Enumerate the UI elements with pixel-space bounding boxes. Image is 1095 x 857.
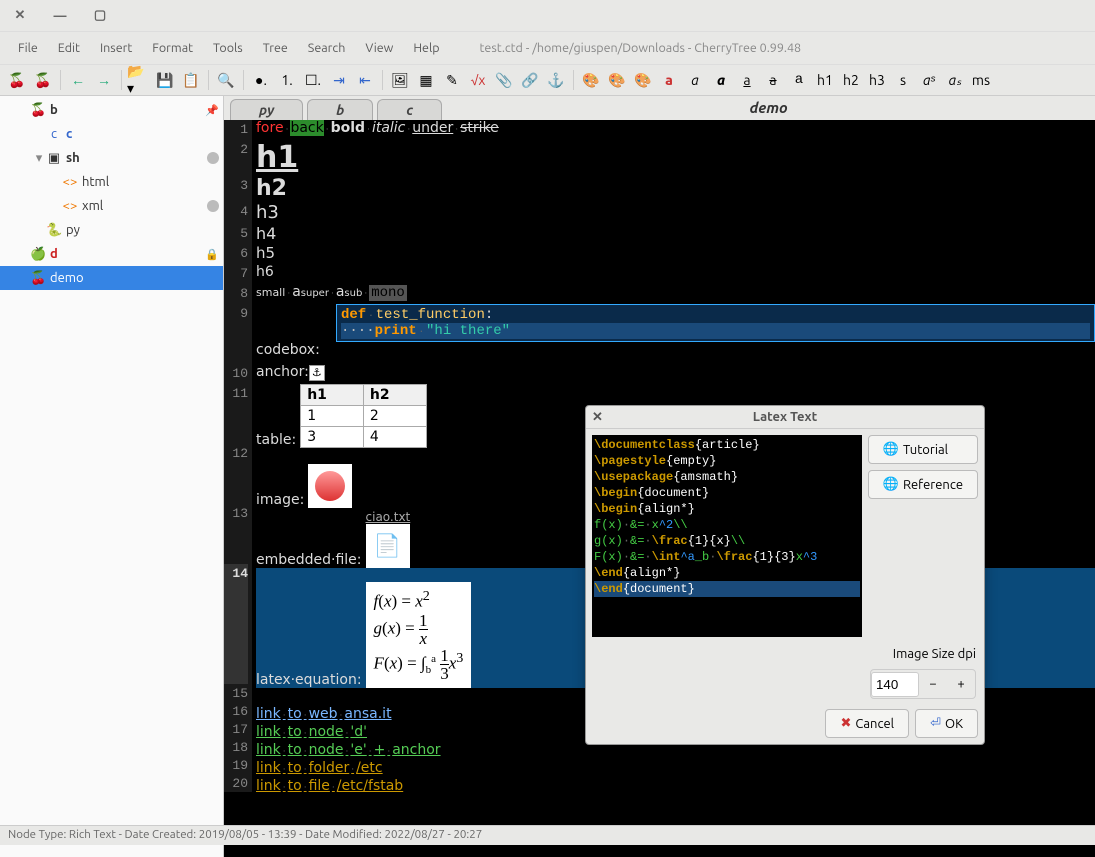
tab-py[interactable]: py <box>230 99 303 120</box>
tutorial-button[interactable]: 🌐 Tutorial <box>868 435 978 464</box>
sub-btn[interactable]: aₛ <box>943 68 967 92</box>
cherry-green-icon[interactable]: 🍒 <box>31 68 55 92</box>
menu-tree[interactable]: Tree <box>253 35 298 61</box>
nav-fwd-icon[interactable]: → <box>92 68 116 92</box>
window-titlebar: ✕ — ▢ <box>0 0 1095 32</box>
anchor-icon[interactable]: ⚓ <box>544 68 568 92</box>
ok-button[interactable]: ⏎ OK <box>915 709 978 738</box>
indent-icon[interactable]: ⇥ <box>327 68 351 92</box>
tab-c[interactable]: c <box>377 99 442 120</box>
dpi-plus[interactable]: + <box>947 670 975 698</box>
minimize-icon[interactable]: — <box>40 2 80 30</box>
mono-icon[interactable]: a <box>787 68 811 92</box>
latex-dialog: ✕ Latex Text \documentclass{article}\pag… <box>585 405 985 745</box>
tasklist-icon[interactable]: 📋 <box>179 68 203 92</box>
tree-item-b[interactable]: 🍒b📌 <box>0 98 223 122</box>
search-icon[interactable]: 🔍 <box>214 68 238 92</box>
clear-format-icon[interactable]: 🎨 <box>631 68 655 92</box>
fg-color-icon[interactable]: 🎨 <box>579 68 603 92</box>
window-title: test.ctd - /home/giuspen/Downloads - Che… <box>470 35 812 61</box>
strike-icon[interactable]: a <box>761 68 785 92</box>
sup-btn[interactable]: aˢ <box>917 68 941 92</box>
tree-sidebar[interactable]: 🍒b📌cc▾▣sh<>html<>xml🐍py🍏d🔒🍒demo <box>0 96 224 857</box>
tree-item-d[interactable]: 🍏d🔒 <box>0 242 223 266</box>
latex-textarea[interactable]: \documentclass{article}\pagestyle{empty}… <box>592 435 862 637</box>
insert-latex-icon[interactable]: √x <box>466 68 490 92</box>
dpi-input[interactable] <box>871 672 919 697</box>
tree-item-py[interactable]: 🐍py <box>0 218 223 242</box>
menu-insert[interactable]: Insert <box>90 35 142 61</box>
small-btn[interactable]: s <box>891 68 915 92</box>
status-bar: Node Type: Rich Text - Date Created: 201… <box>0 825 1095 845</box>
outdent-icon[interactable]: ⇤ <box>353 68 377 92</box>
bold-icon[interactable]: a <box>657 68 681 92</box>
link[interactable]: link·to·web·ansa.it <box>256 706 392 722</box>
numlist-icon[interactable]: 1. <box>275 68 299 92</box>
menu-file[interactable]: File <box>8 35 48 61</box>
open-icon[interactable]: 📂▾ <box>127 68 151 92</box>
menu-format[interactable]: Format <box>142 35 203 61</box>
toolbar: 🍒 🍒 ← → 📂▾ 💾 📋 🔍 ●. 1. ☐. ⇥ ⇤ 🖼 ▦ ✎ √x 📎… <box>0 64 1095 96</box>
tab-b[interactable]: b <box>307 99 373 120</box>
h3-btn[interactable]: h3 <box>865 68 889 92</box>
link[interactable]: link·to·node·'e'·+·anchor <box>256 742 441 758</box>
ms-btn[interactable]: ms <box>969 68 993 92</box>
menu-help[interactable]: Help <box>403 35 449 61</box>
link[interactable]: link·to·folder·/etc <box>256 760 383 776</box>
insert-table-icon[interactable]: ▦ <box>414 68 438 92</box>
h2-btn[interactable]: h2 <box>839 68 863 92</box>
node-title: demo <box>442 96 1095 120</box>
dialog-close-icon[interactable]: ✕ <box>592 410 603 425</box>
dialog-title: ✕ Latex Text <box>586 406 984 429</box>
insert-image-icon[interactable]: 🖼 <box>388 68 412 92</box>
h1-btn[interactable]: h1 <box>813 68 837 92</box>
strike2-icon[interactable]: a <box>709 68 733 92</box>
cherry-red-icon[interactable]: 🍒 <box>5 68 29 92</box>
link[interactable]: link·to·node·'d' <box>256 724 367 740</box>
bg-color-icon[interactable]: 🎨 <box>605 68 629 92</box>
tree-item-demo[interactable]: 🍒demo <box>0 266 223 290</box>
dpi-label: Image Size dpi <box>893 647 976 661</box>
tree-item-sh[interactable]: ▾▣sh <box>0 146 223 170</box>
close-icon[interactable]: ✕ <box>0 2 40 30</box>
underline-icon[interactable]: a <box>735 68 759 92</box>
maximize-icon[interactable]: ▢ <box>80 2 120 30</box>
link-icon[interactable]: 🔗 <box>518 68 542 92</box>
menu-search[interactable]: Search <box>298 35 356 61</box>
dpi-minus[interactable]: − <box>919 670 947 698</box>
link[interactable]: link·to·file·/etc/fstab <box>256 778 403 794</box>
checklist-icon[interactable]: ☐. <box>301 68 325 92</box>
menu-tools[interactable]: Tools <box>203 35 253 61</box>
nav-back-icon[interactable]: ← <box>66 68 90 92</box>
menu-view[interactable]: View <box>355 35 403 61</box>
tree-item-c[interactable]: cc <box>0 122 223 146</box>
bullet-icon[interactable]: ●. <box>249 68 273 92</box>
tab-bar: pybc <box>224 96 442 120</box>
tree-item-html[interactable]: <>html <box>0 170 223 194</box>
tree-item-xml[interactable]: <>xml <box>0 194 223 218</box>
insert-codebox-icon[interactable]: ✎ <box>440 68 464 92</box>
anchor-glyph-icon[interactable]: ⚓ <box>309 365 325 381</box>
italic-icon[interactable]: a <box>683 68 707 92</box>
save-icon[interactable]: 💾 <box>153 68 177 92</box>
menu-edit[interactable]: Edit <box>48 35 90 61</box>
reference-button[interactable]: 🌐 Reference <box>868 470 978 499</box>
cancel-button[interactable]: ✖ Cancel <box>825 709 909 738</box>
menu-bar: FileEditInsertFormatToolsTreeSearchViewH… <box>0 32 1095 64</box>
attach-icon[interactable]: 📎 <box>492 68 516 92</box>
